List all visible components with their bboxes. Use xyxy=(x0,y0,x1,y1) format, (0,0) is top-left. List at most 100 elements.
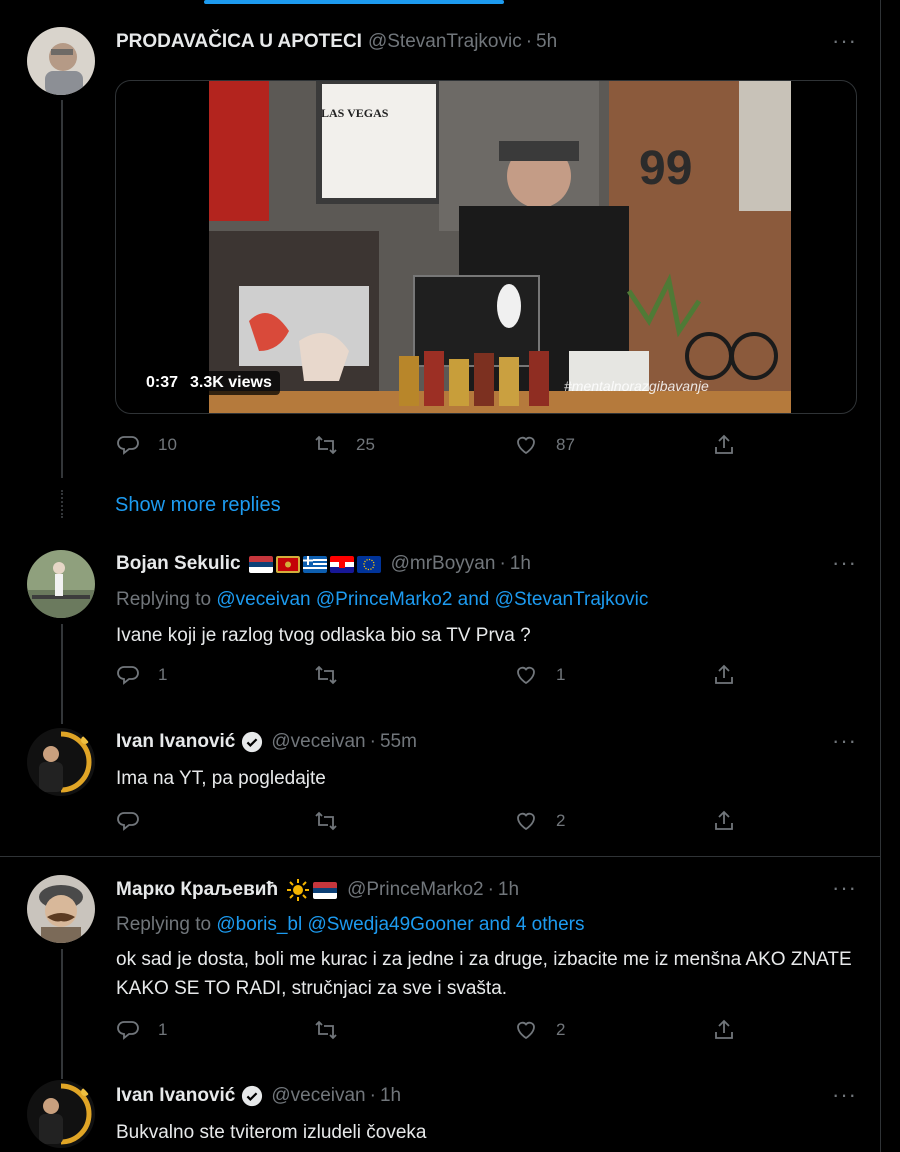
retweet-icon xyxy=(315,811,337,831)
sun-icon xyxy=(287,879,310,901)
timestamp[interactable]: 1h xyxy=(510,553,531,575)
separator-dot: · xyxy=(525,31,533,52)
display-name[interactable]: PRODAVAČICA U APOTECI xyxy=(116,31,362,53)
video-thumbnail[interactable]: LAS VEGAS 99 #mentalnorazgibavanje xyxy=(209,81,791,413)
studio-number: 99 xyxy=(639,142,693,195)
retweet-icon xyxy=(315,435,337,455)
eu-flag-icon xyxy=(356,555,381,573)
verified-badge-icon xyxy=(242,1085,263,1107)
reply-button[interactable]: 1 xyxy=(116,663,167,687)
tweet-bojan[interactable]: Bojan Sekulic @mrBoyyan · 1h ··· Replyin… xyxy=(0,530,881,710)
retweet-count: 25 xyxy=(356,435,375,454)
croatia-flag-icon xyxy=(329,555,354,573)
more-options-icon[interactable]: ··· xyxy=(832,728,857,754)
share-icon xyxy=(715,434,733,454)
avatar[interactable] xyxy=(27,1080,95,1148)
video-duration: 0:37 xyxy=(146,374,179,391)
replying-to-label: Replying to xyxy=(116,914,212,935)
user-handle[interactable]: @StevanTrajkovic xyxy=(368,31,522,53)
video-watermark: #mentalnorazgibavanje xyxy=(564,378,709,394)
separator-dot: · xyxy=(487,879,494,900)
reply-icon xyxy=(117,666,139,685)
las-vegas-sign: LAS VEGAS xyxy=(321,106,389,120)
user-handle[interactable]: @PrinceMarko2 xyxy=(347,879,484,901)
avatar[interactable] xyxy=(27,27,95,95)
display-name[interactable]: Ivan Ivanović xyxy=(116,1085,235,1107)
display-name[interactable]: Марко Краљевић xyxy=(116,879,278,901)
avatar[interactable] xyxy=(27,550,95,618)
avatar[interactable] xyxy=(27,875,95,943)
display-name[interactable]: Ivan Ivanović xyxy=(116,731,235,753)
more-options-icon[interactable]: ··· xyxy=(832,1082,857,1108)
reply-button[interactable]: 10 xyxy=(116,433,177,457)
tweet-stevan[interactable]: PRODAVAČICA U APOTECI @StevanTrajkovic ·… xyxy=(0,0,881,480)
share-icon xyxy=(715,1019,733,1039)
replying-to: Replying to @boris_bl @Swedja49Gooner an… xyxy=(116,914,584,936)
share-icon xyxy=(715,664,733,684)
like-button[interactable]: 2 xyxy=(514,1018,565,1042)
timestamp[interactable]: 55m xyxy=(380,731,417,753)
serbia-flag-icon xyxy=(313,881,338,899)
replying-to-links[interactable]: @veceivan @PrinceMarko2 and @StevanTrajk… xyxy=(216,589,648,610)
video-player[interactable]: LAS VEGAS 99 #mentalnorazgibavanje 0:37 … xyxy=(115,80,857,414)
retweet-button[interactable] xyxy=(314,663,338,687)
more-options-icon[interactable]: ··· xyxy=(832,875,857,901)
verified-badge-icon xyxy=(242,731,263,753)
like-count: 1 xyxy=(556,665,566,684)
share-button[interactable] xyxy=(712,1018,736,1042)
share-button[interactable] xyxy=(712,663,736,687)
reply-button[interactable]: 1 xyxy=(116,1018,167,1042)
more-options-icon[interactable]: ··· xyxy=(832,28,857,54)
tweet-text: Bukvalno ste tviterom izludeli čoveka xyxy=(116,1122,427,1143)
reply-count: 10 xyxy=(158,435,177,454)
share-icon xyxy=(715,810,733,830)
share-button[interactable] xyxy=(712,809,736,833)
avatar[interactable] xyxy=(27,728,95,796)
heart-icon xyxy=(517,666,535,685)
video-info-badge: 0:37 3.3K views xyxy=(138,371,280,395)
show-more-replies-link[interactable]: Show more replies xyxy=(115,494,281,517)
more-options-icon[interactable]: ··· xyxy=(832,550,857,576)
like-button[interactable]: 2 xyxy=(514,809,565,833)
tweet-actions: 1 2 xyxy=(116,1018,756,1048)
reply-icon xyxy=(117,812,139,831)
tweet-marko[interactable]: Марко Краљевић @PrinceMarko2 · 1h ··· Re… xyxy=(0,857,881,1062)
user-handle[interactable]: @veceivan xyxy=(271,731,365,753)
separator-dot: · xyxy=(499,553,506,574)
user-handle[interactable]: @mrBoyyan xyxy=(391,553,496,575)
share-button[interactable] xyxy=(712,433,736,457)
montenegro-flag-icon xyxy=(275,555,300,573)
like-count: 2 xyxy=(556,811,566,830)
tweet-ivan-last[interactable]: Ivan Ivanović @veceivan · 1h ··· Bukvaln… xyxy=(0,1062,881,1152)
reply-count: 1 xyxy=(158,1020,168,1039)
timestamp[interactable]: 1h xyxy=(498,879,519,901)
like-button[interactable]: 87 xyxy=(514,433,575,457)
tweet-actions: 10 25 87 xyxy=(116,433,756,463)
tweet-actions: 2 xyxy=(116,809,756,839)
retweet-button[interactable]: 25 xyxy=(314,433,375,457)
timestamp[interactable]: 5h xyxy=(536,31,557,53)
replying-to: Replying to @veceivan @PrinceMarko2 and … xyxy=(116,589,648,611)
heart-icon xyxy=(517,436,535,455)
retweet-button[interactable] xyxy=(314,1018,338,1042)
like-button[interactable]: 1 xyxy=(514,663,565,687)
retweet-icon xyxy=(315,1020,337,1040)
separator-dot: · xyxy=(369,731,376,752)
heart-icon xyxy=(517,1021,535,1040)
tweet-ivan-reply[interactable]: Ivan Ivanović @veceivan · 55m ··· Ima na… xyxy=(0,710,881,855)
reply-icon xyxy=(117,1021,139,1040)
reply-count: 1 xyxy=(158,665,168,684)
reply-icon xyxy=(117,436,139,455)
like-count: 2 xyxy=(556,1020,566,1039)
serbia-flag-icon xyxy=(248,555,273,573)
display-name[interactable]: Bojan Sekulic xyxy=(116,553,241,575)
thread-gap-dots xyxy=(61,490,63,518)
retweet-button[interactable] xyxy=(314,809,338,833)
user-handle[interactable]: @veceivan xyxy=(271,1085,365,1107)
timestamp[interactable]: 1h xyxy=(380,1085,401,1107)
reply-button[interactable] xyxy=(116,809,140,833)
replying-to-links[interactable]: @boris_bl @Swedja49Gooner and 4 others xyxy=(216,914,584,935)
tweet-actions: 1 1 xyxy=(116,663,756,693)
replying-to-label: Replying to xyxy=(116,589,212,610)
separator-dot: · xyxy=(369,1085,376,1106)
